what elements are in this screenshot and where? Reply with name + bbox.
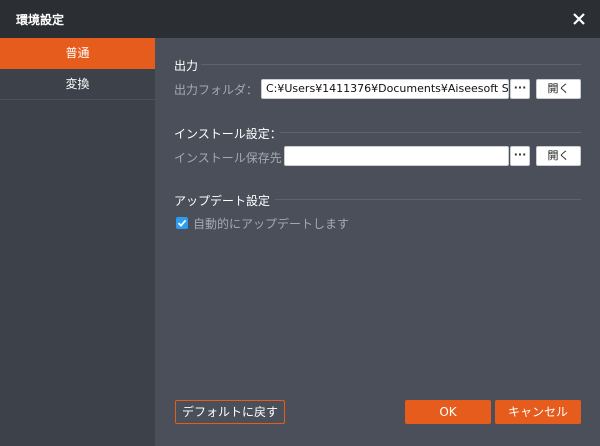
output-heading: 出力 xyxy=(174,59,199,73)
install-divider xyxy=(280,132,581,133)
output-browse-button[interactable]: ··· xyxy=(510,79,530,99)
output-open-button[interactable]: 開く xyxy=(536,79,581,99)
ok-button[interactable]: OK xyxy=(405,400,491,424)
settings-panel: 出力 出力フォルダ： C:¥Users¥1411376¥Documents¥Ai… xyxy=(155,38,600,446)
checkmark-icon xyxy=(177,219,187,227)
restore-defaults-button[interactable]: デフォルトに戻す xyxy=(175,400,285,424)
output-folder-field[interactable]: C:¥Users¥1411376¥Documents¥Aiseesoft Stu… xyxy=(261,79,509,99)
update-divider xyxy=(275,199,581,200)
close-icon[interactable] xyxy=(570,10,588,28)
sidebar: 普通 変換 xyxy=(0,38,155,446)
install-location-field[interactable] xyxy=(284,146,509,166)
update-heading: アップデート設定 xyxy=(174,194,271,208)
sidebar-item-general[interactable]: 普通 xyxy=(0,38,155,69)
auto-update-checkbox[interactable] xyxy=(176,217,188,229)
output-folder-label: 出力フォルダ： xyxy=(174,83,259,97)
install-location-label: インストール保存先 xyxy=(174,151,282,165)
auto-update-label: 自動的にアップデートします xyxy=(193,217,350,231)
install-open-button[interactable]: 開く xyxy=(536,146,581,166)
output-folder-path: C:¥Users¥1411376¥Documents¥Aiseesoft Stu… xyxy=(266,82,509,95)
cancel-button[interactable]: キャンセル xyxy=(495,400,581,424)
title-bar: 環境設定 xyxy=(0,0,600,38)
window-title: 環境設定 xyxy=(16,13,65,27)
install-heading: インストール設定： xyxy=(174,127,282,141)
install-browse-button[interactable]: ··· xyxy=(510,146,530,166)
sidebar-item-convert[interactable]: 変換 xyxy=(0,69,155,100)
output-divider xyxy=(201,64,581,65)
